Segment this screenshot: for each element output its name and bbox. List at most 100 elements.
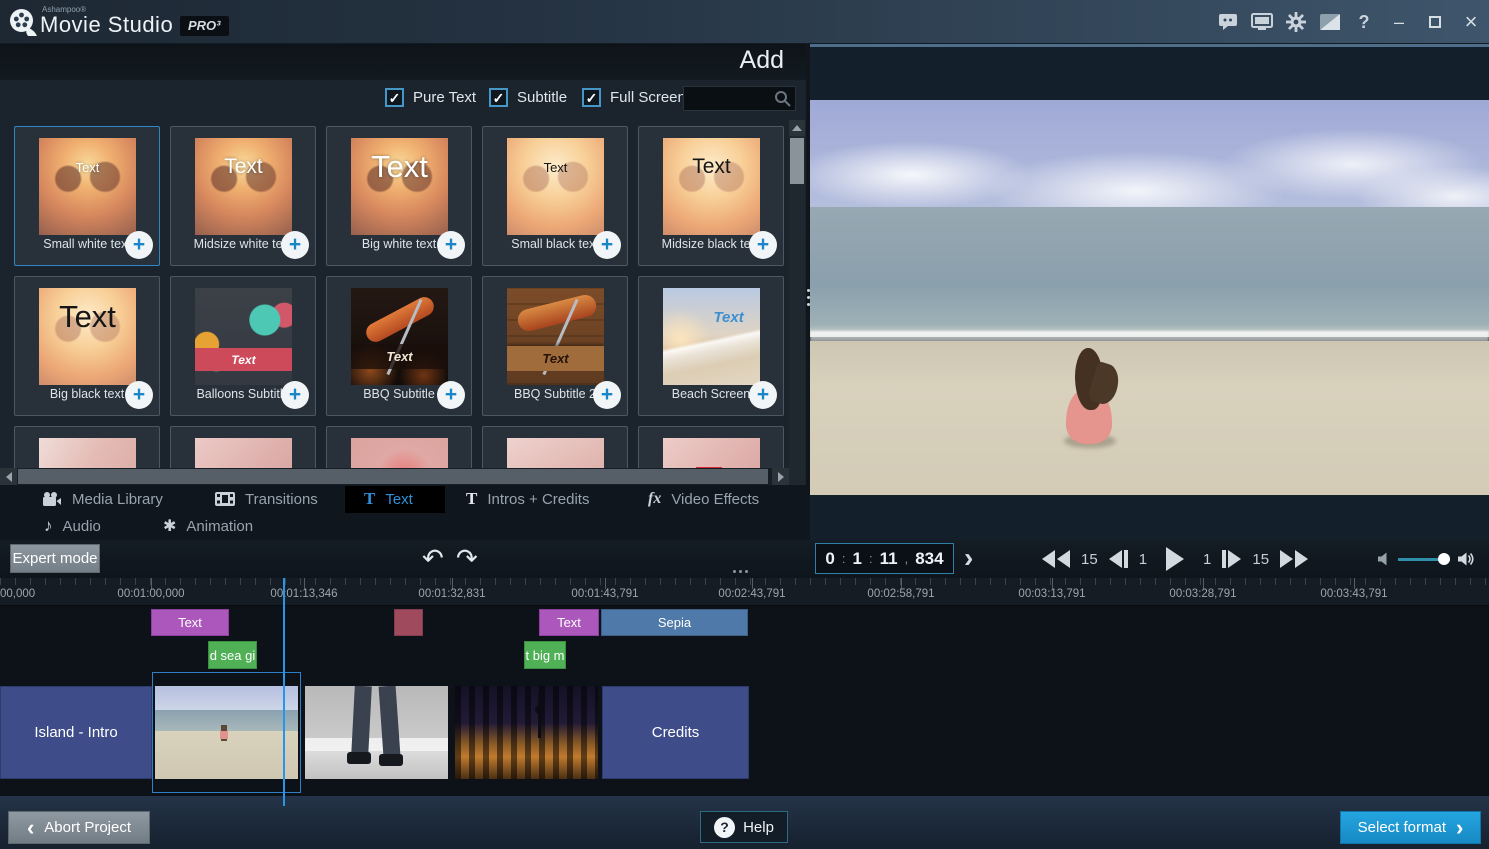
- scroll-right-arrow[interactable]: [772, 468, 789, 485]
- abort-project-button[interactable]: ‹ Abort Project: [8, 811, 150, 844]
- add-template-button[interactable]: +: [749, 231, 777, 259]
- add-template-button[interactable]: +: [281, 381, 309, 409]
- help-button[interactable]: ? Help: [700, 811, 788, 843]
- add-template-button[interactable]: +: [281, 231, 309, 259]
- template-card-bbq-subtitle-2[interactable]: Text BBQ Subtitle 2 +: [482, 276, 628, 416]
- overlay-text: Text: [39, 138, 136, 196]
- template-card-big-black-text[interactable]: Text Big black text +: [14, 276, 160, 416]
- scroll-up-arrow[interactable]: [789, 120, 805, 136]
- volume-slider[interactable]: [1398, 558, 1450, 561]
- filter-pure-text-checkbox[interactable]: Pure Text: [385, 88, 476, 107]
- screen-capture-icon[interactable]: [1245, 7, 1279, 37]
- film-strip-icon: [215, 492, 235, 506]
- caption-clip[interactable]: t big m: [524, 641, 566, 669]
- overlay-text: Text: [351, 138, 448, 196]
- search-box[interactable]: [683, 86, 796, 111]
- walking-video-clip[interactable]: [305, 686, 448, 779]
- add-template-button[interactable]: +: [593, 231, 621, 259]
- vertical-scrollbar[interactable]: [789, 120, 805, 485]
- play-button[interactable]: [1164, 545, 1186, 573]
- horizontal-scroll-thumb[interactable]: [18, 469, 768, 484]
- settings-gear-icon[interactable]: [1279, 7, 1313, 37]
- sepia-effect-clip[interactable]: Sepia: [601, 609, 748, 636]
- template-card-balloons-subtitle[interactable]: Text Balloons Subtitle +: [170, 276, 316, 416]
- speaker-icon[interactable]: [1458, 552, 1475, 566]
- skip-back-button[interactable]: [1040, 548, 1072, 570]
- credits-clip[interactable]: Credits: [602, 686, 749, 779]
- news-icon[interactable]: [1313, 7, 1347, 37]
- add-template-button[interactable]: +: [749, 381, 777, 409]
- feedback-icon[interactable]: [1211, 7, 1245, 37]
- beach-sand-graphic: [810, 341, 1489, 495]
- overlay-text: Text: [351, 344, 448, 369]
- mute-speaker-icon[interactable]: [1378, 552, 1390, 566]
- tab-audio[interactable]: ♪ Audio: [44, 513, 101, 539]
- ruler-label: 00:01:13,346: [270, 588, 337, 600]
- step-back-button[interactable]: [1107, 548, 1130, 570]
- city-night-video-clip[interactable]: [455, 686, 598, 779]
- tab-transitions[interactable]: Transitions: [215, 486, 318, 512]
- select-format-button[interactable]: Select format ›: [1340, 811, 1481, 844]
- tab-text[interactable]: T Text: [364, 486, 413, 512]
- ruler-label: 00:01:32,831: [418, 588, 485, 600]
- template-card-midsize-black-text[interactable]: Text Midsize black text +: [638, 126, 784, 266]
- text-effect-clip[interactable]: Text: [151, 609, 229, 636]
- filter-subtitle-checkbox[interactable]: Subtitle: [489, 88, 567, 107]
- asterisk-icon: ✱: [163, 516, 176, 536]
- ruler-label: 00,000: [0, 588, 35, 600]
- add-template-button[interactable]: +: [437, 231, 465, 259]
- scroll-left-arrow[interactable]: [0, 468, 17, 485]
- expert-mode-button[interactable]: Expert mode: [10, 544, 100, 573]
- horizontal-scrollbar[interactable]: [0, 468, 789, 485]
- intro-clip[interactable]: Island - Intro: [0, 686, 152, 779]
- search-input[interactable]: [684, 91, 774, 106]
- minimize-button[interactable]: –: [1381, 7, 1417, 37]
- template-card-small-black-text[interactable]: Text Small black text +: [482, 126, 628, 266]
- redo-button[interactable]: ↷: [456, 540, 478, 576]
- caption-clip[interactable]: d sea gi: [208, 641, 257, 669]
- plus-icon: +: [133, 233, 145, 256]
- overlay-text: Text: [663, 138, 760, 196]
- template-card-beach-screen[interactable]: Text Beach Screen +: [638, 276, 784, 416]
- jump-next-button[interactable]: ›: [964, 542, 973, 574]
- beach-video-clip[interactable]: [155, 686, 298, 779]
- tab-video-effects[interactable]: fx Video Effects: [648, 486, 759, 512]
- tab-media-library[interactable]: Media Library: [42, 486, 163, 512]
- step-fwd-frames: 1: [1203, 551, 1211, 568]
- music-note-icon: ♪: [44, 516, 53, 536]
- timecode-display[interactable]: 0 : 1 : 11 , 834: [815, 543, 954, 574]
- checkbox-checked-icon: [489, 88, 508, 107]
- text-effect-clip[interactable]: Text: [539, 609, 599, 636]
- track-header-handle-icon[interactable]: [733, 570, 748, 573]
- filter-full-screen-checkbox[interactable]: Full Screen: [582, 88, 686, 107]
- ruler-label: 00:03:13,791: [1018, 588, 1085, 600]
- volume-knob[interactable]: [1438, 553, 1450, 565]
- chevron-right-icon: ›: [1456, 817, 1463, 839]
- help-icon[interactable]: ?: [1347, 7, 1381, 37]
- close-button[interactable]: ×: [1453, 7, 1489, 37]
- maximize-button[interactable]: [1417, 7, 1453, 37]
- fx-icon: fx: [648, 490, 661, 508]
- chevron-right-icon: ›: [964, 542, 973, 573]
- template-thumbnail: Text: [195, 288, 292, 385]
- skip-forward-button[interactable]: [1278, 548, 1310, 570]
- template-thumbnail: Text: [39, 138, 136, 235]
- vertical-scroll-thumb[interactable]: [790, 138, 804, 184]
- add-template-button[interactable]: +: [125, 381, 153, 409]
- step-forward-button[interactable]: [1220, 548, 1243, 570]
- template-card-big-white-text[interactable]: Text Big white text +: [326, 126, 472, 266]
- checkbox-checked-icon: [385, 88, 404, 107]
- template-card-small-white-text[interactable]: Text Small white text +: [14, 126, 160, 266]
- timeline-tracks: Text Text Sepia d sea gi t big m Island …: [0, 606, 1489, 795]
- tab-intros-credits[interactable]: T Intros + Credits: [466, 486, 589, 512]
- add-template-button[interactable]: +: [437, 381, 465, 409]
- timeline-ruler[interactable]: 00,000 00:01:00,000 00:01:13,346 00:01:3…: [0, 578, 1489, 606]
- add-template-button[interactable]: +: [593, 381, 621, 409]
- tab-animation[interactable]: ✱ Animation: [163, 513, 253, 539]
- playhead[interactable]: [283, 578, 285, 806]
- undo-button[interactable]: ↶: [422, 540, 444, 576]
- effect-clip[interactable]: [394, 609, 423, 636]
- template-card-midsize-white-text[interactable]: Text Midsize white text +: [170, 126, 316, 266]
- template-card-bbq-subtitle[interactable]: Text BBQ Subtitle +: [326, 276, 472, 416]
- add-template-button[interactable]: +: [125, 231, 153, 259]
